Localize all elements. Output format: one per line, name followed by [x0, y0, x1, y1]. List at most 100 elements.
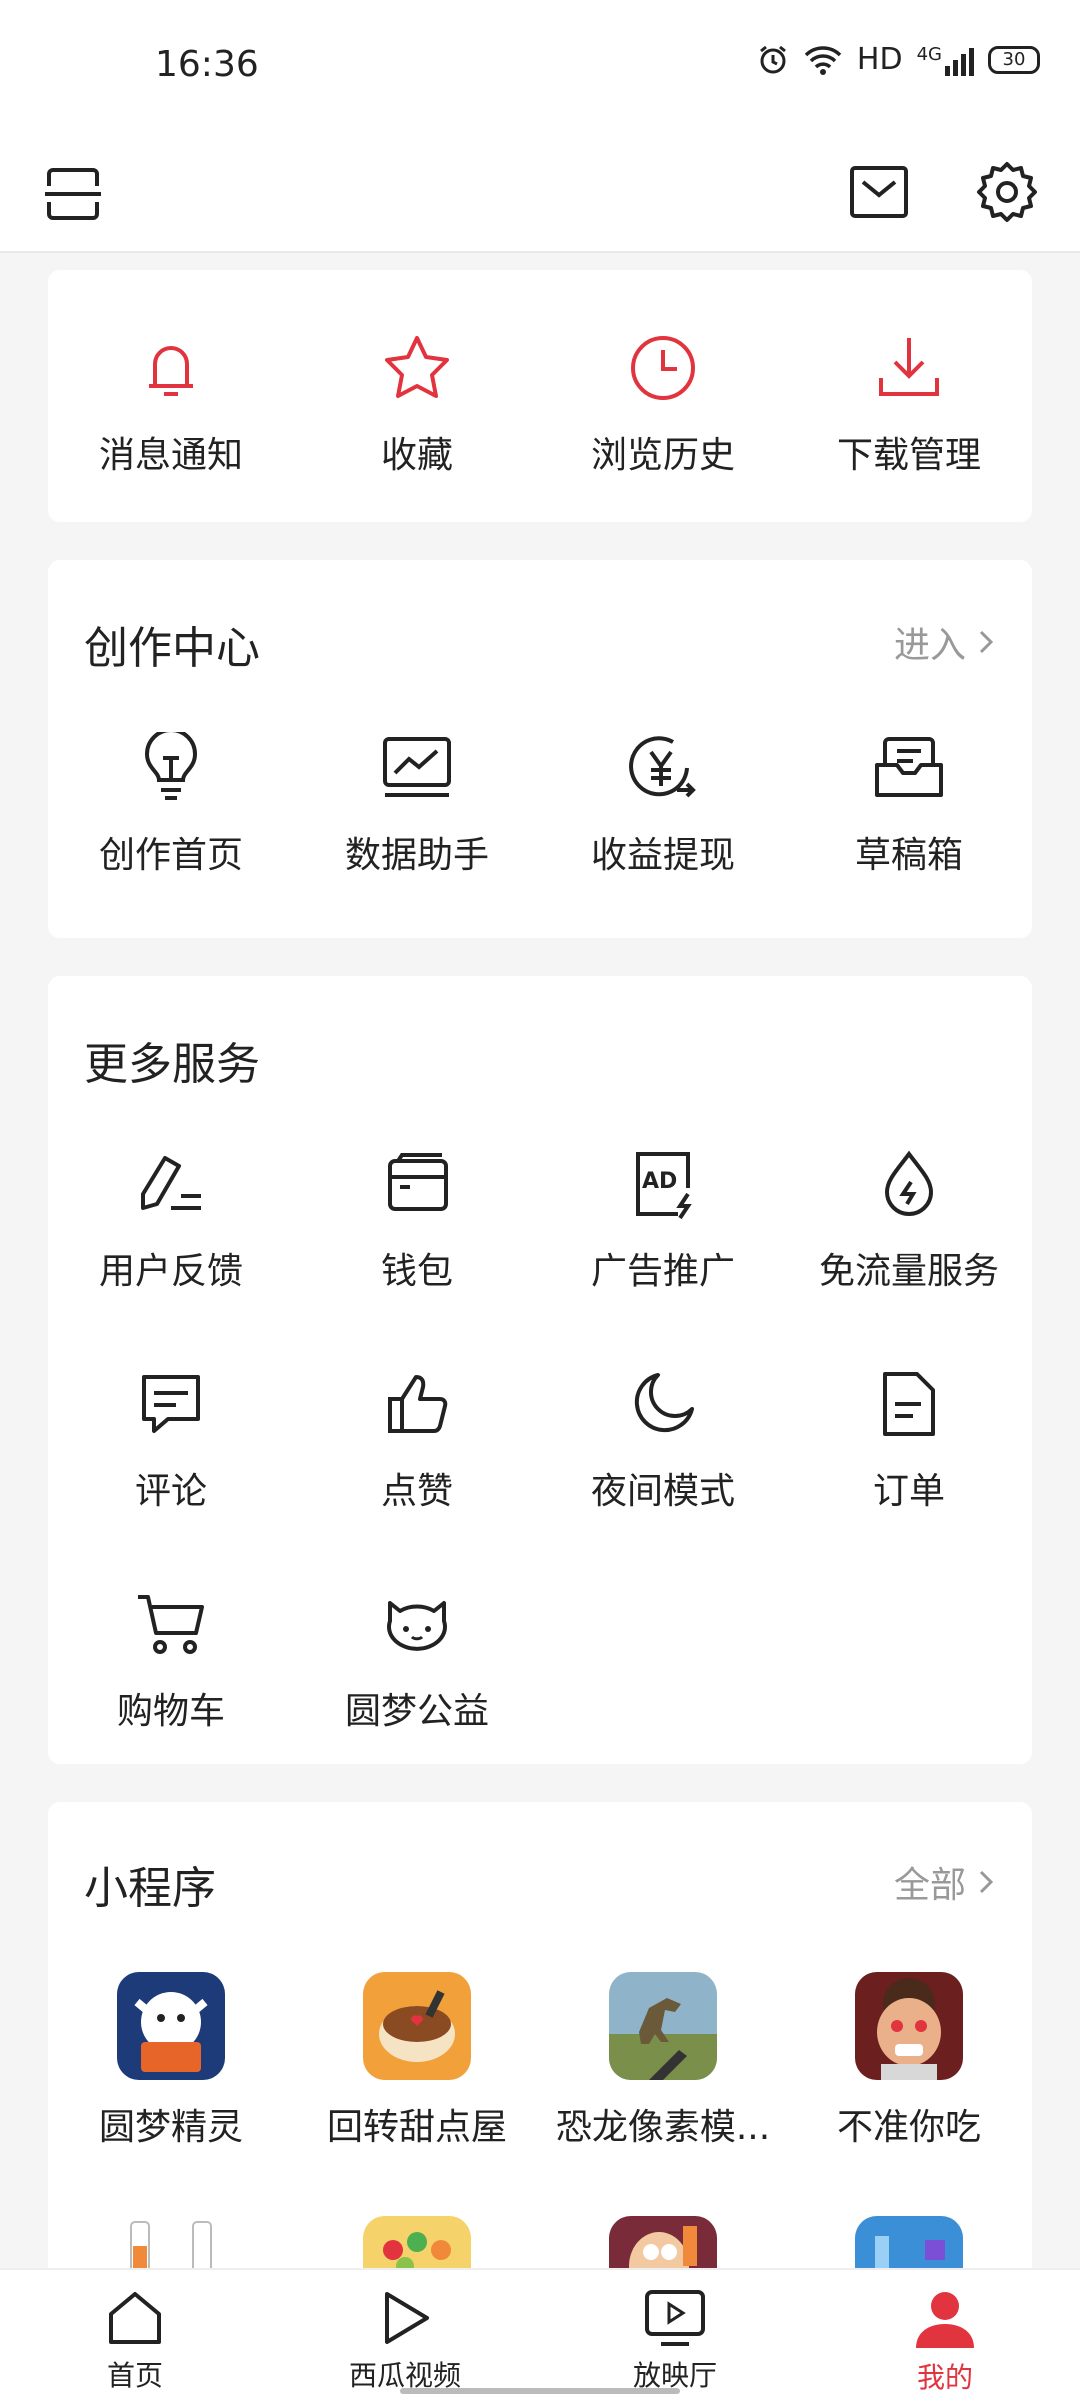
service-comments[interactable]: 评论	[48, 1364, 294, 1514]
nav-xigua-video[interactable]: 西瓜视频	[270, 2270, 540, 2400]
mini-program-thumb[interactable]	[363, 2216, 471, 2270]
service-label: 钱包	[380, 1251, 453, 1292]
creator-drafts[interactable]: 草稿箱	[786, 728, 1032, 878]
inbox-icon	[875, 737, 943, 797]
dinosaur-app-icon	[609, 1972, 717, 2080]
service-label: 夜间模式	[590, 1471, 735, 1512]
mini-program-dessert-house[interactable]: 回转甜点屋	[294, 1972, 540, 2150]
nav-home[interactable]: 首页	[0, 2270, 270, 2400]
wifi-icon	[804, 45, 842, 75]
creator-item-label: 创作首页	[98, 835, 243, 876]
mini-programs-card: 小程序 全部 圆梦精灵 回转甜点屋 恐龙像素模... 不准你吃	[48, 1802, 1032, 2322]
nav-label: 我的	[916, 2361, 973, 2394]
nav-profile[interactable]: 我的	[810, 2270, 1080, 2400]
creator-home[interactable]: 创作首页	[48, 728, 294, 878]
chart-icon	[383, 737, 451, 797]
battery-level: 30	[1002, 49, 1026, 70]
creator-center-card: 创作中心 进入 创作首页 数据助手 收益提现 草稿箱	[48, 560, 1032, 938]
clock-icon	[631, 336, 695, 400]
angry-man-app-icon	[855, 1972, 963, 2080]
mini-program-thumb[interactable]	[117, 2216, 225, 2270]
mini-programs-all-link[interactable]: 全部	[894, 1856, 996, 1908]
signal-icon: 4G	[917, 44, 974, 76]
service-wallet[interactable]: 钱包	[294, 1144, 540, 1294]
chevron-right-icon	[979, 1870, 994, 1894]
svg-text:AD: AD	[642, 1169, 677, 1194]
service-label: 点赞	[380, 1471, 453, 1512]
service-label: 用户反馈	[98, 1251, 243, 1292]
service-data-free[interactable]: 免流量服务	[786, 1144, 1032, 1294]
download-icon	[879, 338, 939, 396]
mini-programs-link-label: 全部	[893, 1865, 966, 1906]
signal-label: 4G	[916, 43, 942, 65]
mail-icon	[850, 166, 908, 218]
mini-program-thumb[interactable]	[609, 2216, 717, 2270]
moon-icon	[634, 1373, 694, 1433]
service-night-mode[interactable]: 夜间模式	[540, 1364, 786, 1514]
creator-revenue-withdraw[interactable]: 收益提现	[540, 728, 786, 878]
creator-data-assistant[interactable]: 数据助手	[294, 728, 540, 878]
profile-icon	[916, 2292, 974, 2348]
service-charity[interactable]: 圆梦公益	[294, 1584, 540, 1734]
service-label: 订单	[872, 1471, 945, 1512]
status-bar: 16:36 HD 4G 30	[0, 0, 1080, 135]
battery-icon: 30	[988, 45, 1040, 74]
mini-program-no-eating[interactable]: 不准你吃	[786, 1972, 1032, 2150]
scan-button[interactable]	[38, 159, 108, 229]
service-label: 免流量服务	[818, 1251, 999, 1292]
yen-withdraw-icon	[629, 736, 696, 798]
quick-action-label: 下载管理	[836, 435, 981, 476]
mini-program-thumb[interactable]	[855, 2216, 963, 2270]
mini-program-partial-row	[48, 2216, 1032, 2270]
service-likes[interactable]: 点赞	[294, 1364, 540, 1514]
charity-face-icon	[387, 1601, 447, 1651]
creator-item-label: 草稿箱	[854, 835, 963, 876]
lightbulb-icon	[144, 732, 198, 800]
chevron-right-icon	[979, 630, 994, 654]
quick-action-history[interactable]: 浏览历史	[540, 328, 786, 478]
mini-programs-title: 小程序	[84, 1863, 216, 1914]
settings-button[interactable]	[972, 157, 1042, 227]
creator-item-label: 数据助手	[344, 835, 489, 876]
more-services-title: 更多服务	[84, 1039, 260, 1090]
service-cart[interactable]: 购物车	[48, 1584, 294, 1734]
quick-action-label: 消息通知	[98, 435, 243, 476]
quick-action-favorites[interactable]: 收藏	[294, 328, 540, 478]
quick-actions-card: 消息通知 收藏 浏览历史 下载管理	[48, 270, 1032, 522]
gear-icon	[977, 162, 1037, 222]
status-time: 16:36	[155, 44, 259, 85]
home-indicator[interactable]	[400, 2388, 680, 2394]
quick-action-notifications[interactable]: 消息通知	[48, 328, 294, 478]
status-icons: HD 4G 30	[757, 42, 1040, 77]
mini-program-label: 圆梦精灵	[98, 2107, 243, 2148]
quick-action-label: 收藏	[380, 435, 453, 476]
dessert-app-icon	[363, 1972, 471, 2080]
creator-center-link-label: 进入	[893, 625, 966, 666]
document-icon	[883, 1372, 935, 1436]
mini-program-label: 不准你吃	[836, 2107, 981, 2148]
service-orders[interactable]: 订单	[786, 1364, 1032, 1514]
wallet-icon	[388, 1153, 448, 1211]
service-feedback[interactable]: 用户反馈	[48, 1144, 294, 1294]
bell-icon	[149, 346, 193, 396]
nav-theater[interactable]: 放映厅	[540, 2270, 810, 2400]
mini-program-yuanmeng-sprite[interactable]: 圆梦精灵	[48, 1972, 294, 2150]
mini-program-label: 回转甜点屋	[326, 2107, 507, 2148]
scan-icon	[45, 168, 101, 220]
mail-button[interactable]	[844, 157, 914, 227]
service-label: 评论	[134, 1471, 207, 1512]
creator-center-enter-link[interactable]: 进入	[894, 616, 996, 668]
service-ad-promotion[interactable]: AD 广告推广	[540, 1144, 786, 1294]
service-label: 圆梦公益	[344, 1691, 489, 1732]
mini-program-dinosaur-pixel[interactable]: 恐龙像素模...	[540, 1972, 786, 2150]
ad-icon: AD	[636, 1152, 692, 1220]
service-label: 购物车	[116, 1691, 225, 1732]
comment-icon	[142, 1375, 200, 1433]
tv-play-icon	[645, 2290, 705, 2346]
creator-item-label: 收益提现	[590, 835, 735, 876]
star-icon	[385, 336, 449, 398]
more-services-card: 更多服务 用户反馈 钱包 AD 广告推广 免流量服务 评论 点赞 夜间模式 订单…	[48, 976, 1032, 1764]
bottom-navigation: 首页 西瓜视频 放映厅 我的	[0, 2268, 1080, 2400]
cart-icon	[138, 1595, 204, 1654]
quick-action-downloads[interactable]: 下载管理	[786, 328, 1032, 478]
